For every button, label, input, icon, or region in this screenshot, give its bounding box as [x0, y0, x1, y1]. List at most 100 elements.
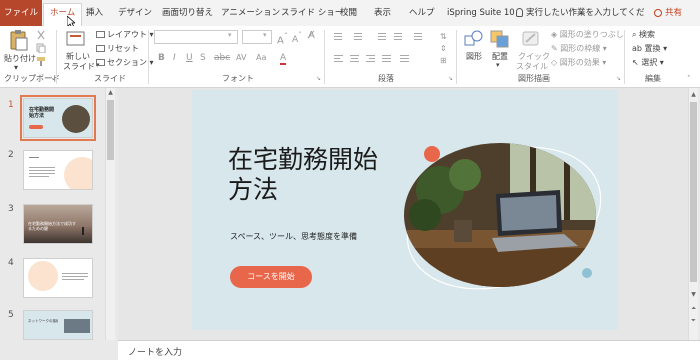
lightbulb-icon	[516, 8, 523, 17]
slide-thumbnail-4[interactable]	[23, 258, 93, 298]
tab-insert[interactable]: 挿入	[86, 4, 103, 22]
change-case-icon[interactable]: Aa	[256, 53, 266, 62]
shape-outline-button[interactable]: ✎ 図形の枠線 ▾	[551, 43, 607, 54]
clear-formatting-icon[interactable]: A̸	[308, 30, 315, 41]
font-size-box[interactable]	[242, 30, 272, 44]
align-text-icon[interactable]: ⇕	[440, 44, 447, 53]
magnifier-icon: ⌕	[632, 30, 637, 39]
paragraph-group-label: 段落	[378, 74, 394, 83]
quick-style-label-2[interactable]: スタイル	[516, 61, 548, 72]
paste-icon[interactable]	[9, 29, 29, 51]
smartart-icon[interactable]: ⊞	[440, 56, 447, 65]
previous-slide-icon[interactable]: ⏶	[689, 304, 698, 314]
thumbnail-blob	[28, 261, 58, 291]
paste-dropdown-icon[interactable]: ▾	[14, 63, 18, 72]
thumbnail-line	[29, 167, 55, 168]
tab-transitions[interactable]: 画面切り替え	[162, 4, 213, 22]
collapse-ribbon-icon[interactable]: ˆ	[687, 75, 691, 83]
tab-animations[interactable]: アニメーション	[221, 4, 280, 22]
grow-font-icon[interactable]: Aˆ	[277, 31, 288, 46]
tab-ispring[interactable]: iSpring Suite 10	[447, 4, 515, 22]
reset-button[interactable]: リセット	[96, 43, 139, 54]
tab-view[interactable]: 表示	[374, 4, 391, 22]
slide-thumbnail-5[interactable]: ネットワークの接続	[23, 310, 93, 340]
layout-label: レイアウト	[107, 30, 147, 39]
shrink-font-icon[interactable]: Aˇ	[292, 31, 302, 45]
tab-help[interactable]: ヘルプ	[409, 4, 435, 22]
next-slide-icon[interactable]: ⏷	[689, 316, 698, 326]
scrollbar-thumb[interactable]	[690, 102, 697, 282]
arrange-icon[interactable]	[490, 30, 510, 48]
paint-bucket-icon: ◈	[551, 30, 558, 39]
reset-icon	[96, 45, 105, 52]
tab-home[interactable]: ホーム	[43, 3, 83, 26]
tab-design[interactable]: デザイン	[118, 4, 152, 22]
list-buttons[interactable]	[332, 31, 452, 43]
bold-icon[interactable]: B	[158, 53, 165, 63]
italic-icon[interactable]: I	[173, 53, 176, 63]
font-name-box[interactable]	[154, 30, 238, 44]
cut-icon[interactable]	[36, 30, 46, 40]
select-button[interactable]: ↖ 選択 ▾	[632, 57, 664, 68]
slide-thumbnail-1[interactable]: 在宅勤務開始方法	[20, 95, 96, 141]
tab-review[interactable]: 校閲	[340, 4, 357, 22]
new-slide-label-2[interactable]: スライド	[63, 61, 95, 72]
section-button[interactable]: セクション ▾	[96, 57, 154, 68]
paragraph-launcher-icon[interactable]: ↘	[448, 75, 453, 82]
drawing-launcher-icon[interactable]: ↘	[616, 75, 621, 82]
text-direction-icon[interactable]: ⇅	[440, 32, 447, 41]
notes-pane[interactable]: ノートを入力	[118, 340, 700, 360]
shape-effects-button[interactable]: ◇ 図形の効果 ▾	[551, 57, 606, 68]
format-painter-icon[interactable]	[36, 56, 46, 66]
find-button[interactable]: ⌕ 検索	[632, 29, 655, 40]
slide-scrollbar[interactable]: ▲ ▼ ⏶ ⏷	[688, 88, 698, 340]
reset-label: リセット	[107, 44, 139, 53]
slide-subtitle[interactable]: スペース、ツール、思考態度を準備	[230, 231, 357, 242]
share-button[interactable]: 共有	[654, 4, 682, 22]
shadow-icon[interactable]: S	[200, 53, 206, 63]
slide-thumbnail-2[interactable]	[23, 150, 93, 190]
replace-button[interactable]: ab 置換 ▾	[632, 43, 667, 54]
slide-thumbnail-3[interactable]: 在宅勤務開始方法で成功するための鍵	[23, 204, 93, 244]
thumbnail-title: 在宅勤務開始方法で成功するための鍵	[28, 221, 76, 231]
shapes-button[interactable]: 図形	[466, 51, 482, 62]
new-slide-icon[interactable]	[66, 30, 86, 48]
arrange-dropdown-icon[interactable]: ▾	[496, 61, 500, 69]
char-spacing-icon[interactable]: AV	[236, 53, 246, 62]
thumbnail-number: 4	[8, 258, 14, 268]
tab-file[interactable]: ファイル	[0, 0, 42, 26]
scroll-down-icon[interactable]: ▼	[689, 290, 698, 300]
strikethrough-icon[interactable]: abc	[214, 53, 230, 63]
scroll-up-icon[interactable]: ▲	[689, 90, 698, 100]
paste-button[interactable]: 貼り付け	[4, 53, 36, 64]
copy-icon[interactable]	[36, 43, 46, 53]
thumbnail-figure	[82, 227, 84, 235]
shapes-icon[interactable]	[464, 30, 484, 48]
notes-placeholder[interactable]: ノートを入力	[128, 345, 182, 358]
layout-button[interactable]: レイアウト ▾	[96, 29, 154, 40]
font-size-dropdown-icon[interactable]: ▾	[263, 31, 267, 39]
underline-icon[interactable]: U	[186, 53, 193, 63]
clipboard-launcher-icon[interactable]: ↘	[50, 75, 55, 82]
scrollbar-thumb[interactable]	[107, 100, 114, 160]
scroll-up-icon[interactable]: ▲	[106, 88, 115, 98]
quick-style-icon[interactable]	[521, 30, 541, 48]
blue-dot	[582, 268, 592, 278]
tell-me-text: 実行したい作業を入力してくだ	[526, 8, 645, 18]
start-course-button[interactable]: コースを開始	[230, 266, 312, 288]
separator	[624, 30, 625, 84]
slide-title[interactable]: 在宅勤務開始方法	[228, 145, 388, 205]
tell-me-box[interactable]: 実行したい作業を入力してくだ	[516, 4, 645, 22]
arrange-button[interactable]: 配置	[492, 51, 508, 62]
current-slide[interactable]: 在宅勤務開始方法 スペース、ツール、思考態度を準備 コースを開始	[192, 90, 618, 330]
font-launcher-icon[interactable]: ↘	[316, 75, 321, 82]
thumbnail-number: 5	[8, 310, 14, 320]
alignment-buttons[interactable]	[332, 53, 452, 65]
tab-slideshow[interactable]: スライド ショー	[281, 4, 343, 22]
font-color-icon[interactable]: A	[280, 53, 287, 65]
thumbnail-scrollbar[interactable]: ▲	[105, 88, 115, 340]
shape-fill-button[interactable]: ◈ 図形の塗りつぶし	[551, 29, 624, 40]
orange-dot	[424, 146, 440, 162]
font-name-dropdown-icon[interactable]: ▾	[228, 31, 232, 39]
thumbnail-line	[29, 170, 55, 171]
